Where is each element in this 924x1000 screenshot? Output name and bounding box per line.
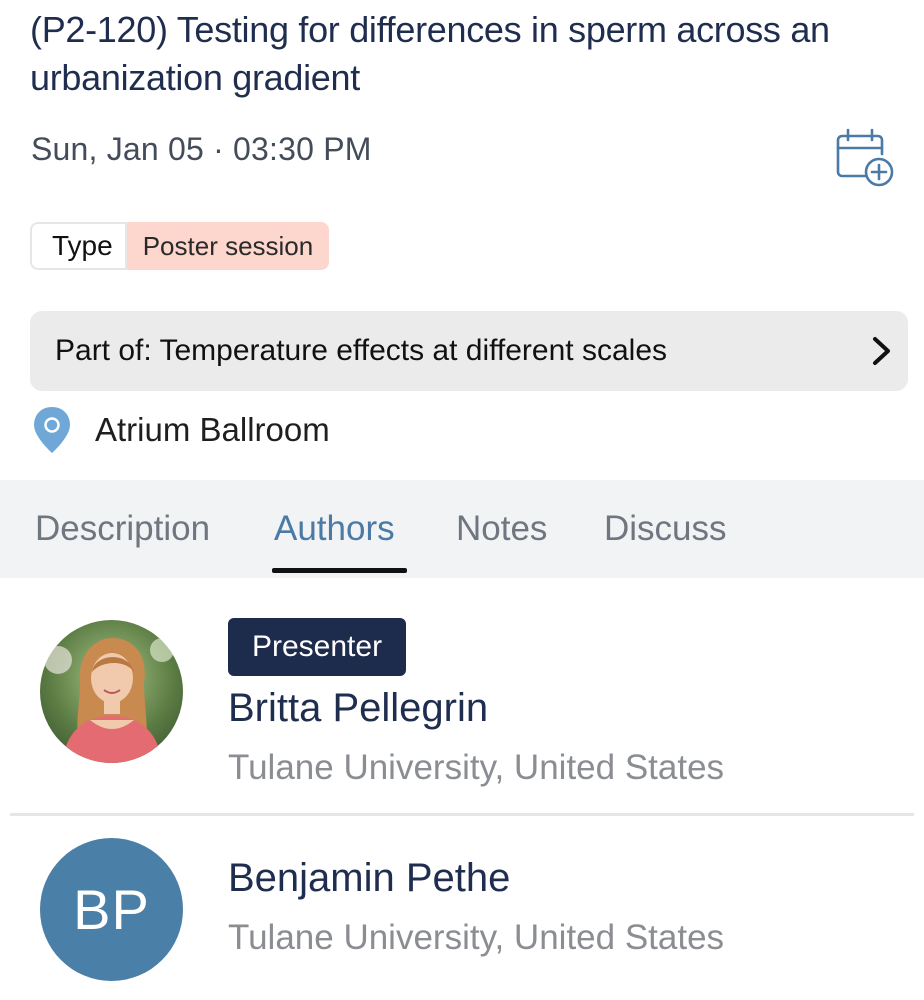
session-datetime: Sun, Jan 05 · 03:30 PM (31, 131, 372, 167)
tab-authors[interactable]: Authors (274, 480, 395, 578)
type-label: Type (30, 222, 127, 270)
author-affiliation: Tulane University, United States (228, 918, 725, 957)
session-type: Type Poster session (30, 222, 330, 270)
avatar: BP (40, 838, 183, 981)
author-affiliation: Tulane University, United States (228, 748, 725, 787)
tab-description[interactable]: Description (35, 480, 210, 578)
map-pin-icon (34, 407, 70, 453)
add-to-calendar-button[interactable] (832, 126, 898, 188)
location-name: Atrium Ballroom (95, 411, 330, 448)
session-location: Atrium Ballroom (32, 404, 330, 456)
parent-session-link[interactable]: Part of: Temperature effects at differen… (30, 311, 908, 391)
tab-bar: Description Authors Notes Discuss (0, 480, 924, 578)
tab-discuss[interactable]: Discuss (604, 480, 727, 578)
type-badge: Poster session (126, 222, 330, 270)
active-tab-indicator (272, 568, 407, 573)
session-title: (P2-120) Testing for differences in sper… (30, 9, 830, 98)
author-name: Britta Pellegrin (228, 686, 489, 730)
calendar-plus-icon (836, 128, 894, 187)
parent-session-label: Part of: Temperature effects at differen… (55, 334, 667, 367)
author-name: Benjamin Pethe (228, 856, 511, 900)
chevron-right-icon (873, 337, 890, 365)
tab-notes[interactable]: Notes (456, 480, 547, 578)
presenter-badge: Presenter (228, 618, 407, 676)
author-list-item[interactable]: Presenter Britta Pellegrin Tulane Univer… (0, 600, 924, 814)
avatar (40, 620, 183, 763)
author-list-item[interactable]: BP Benjamin Pethe Tulane University, Uni… (0, 816, 924, 1000)
